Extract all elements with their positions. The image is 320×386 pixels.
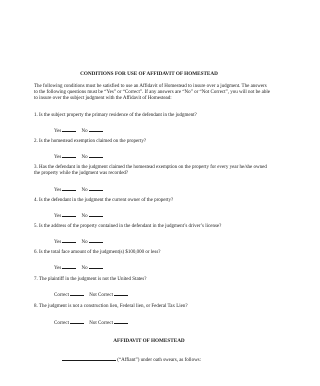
answer-row-3: Yes No (54, 185, 103, 194)
no-blank[interactable] (88, 211, 103, 217)
yes-blank[interactable] (62, 185, 77, 191)
answer-row-2: Yes No (54, 152, 103, 161)
question-6: 6. Is the total face amount of the judgm… (34, 250, 161, 255)
not-correct-label: Not Correct (89, 321, 113, 326)
no-blank[interactable] (88, 237, 103, 243)
yes-blank[interactable] (62, 126, 77, 132)
not-correct-label: Not Correct (89, 293, 113, 298)
yes-label: Yes (54, 129, 62, 134)
question-8: 8. The judgment is not a construction li… (34, 304, 188, 309)
no-blank[interactable] (88, 263, 103, 269)
yes-blank[interactable] (62, 263, 77, 269)
affiant-name-blank[interactable] (62, 355, 116, 361)
yes-label: Yes (54, 266, 62, 271)
intro-paragraph: The following conditions must be satisfi… (34, 84, 270, 102)
answer-row-8: Correct Not Correct (54, 318, 128, 327)
correct-label: Correct (54, 293, 69, 298)
answer-row-7: Correct Not Correct (54, 290, 128, 299)
no-label: No (81, 214, 88, 219)
no-label: No (81, 240, 88, 245)
not-correct-blank[interactable] (114, 290, 128, 296)
document-page: CONDITIONS FOR USE OF AFFIDAVIT OF HOMES… (0, 0, 298, 386)
no-label: No (81, 188, 88, 193)
question-7: 7. The plaintiff in the judgment is not … (34, 277, 147, 282)
yes-label: Yes (54, 155, 62, 160)
yes-label: Yes (54, 188, 62, 193)
answer-row-5: Yes No (54, 237, 103, 246)
affiant-text: (“Affiant”) under oath swears, as follow… (117, 358, 202, 363)
yes-blank[interactable] (62, 211, 77, 217)
affiant-line: (“Affiant”) under oath swears, as follow… (62, 355, 201, 364)
question-5: 5. Is the address of the property contai… (34, 224, 222, 229)
yes-label: Yes (54, 240, 62, 245)
answer-row-4: Yes No (54, 211, 103, 220)
answer-row-1: Yes No (54, 126, 103, 135)
correct-blank[interactable] (70, 318, 84, 324)
not-correct-blank[interactable] (114, 318, 128, 324)
yes-label: Yes (54, 214, 62, 219)
question-2: 2. Is the homestead exemption claimed on… (34, 139, 147, 144)
correct-blank[interactable] (70, 290, 84, 296)
no-label: No (81, 129, 88, 134)
document-title: CONDITIONS FOR USE OF AFFIDAVIT OF HOMES… (80, 71, 218, 77)
no-label: No (81, 155, 88, 160)
no-blank[interactable] (88, 185, 103, 191)
no-label: No (81, 266, 88, 271)
affidavit-title: AFFIDAVIT OF HOMESTEAD (113, 338, 185, 344)
yes-blank[interactable] (62, 152, 77, 158)
no-blank[interactable] (88, 152, 103, 158)
yes-blank[interactable] (62, 237, 77, 243)
question-3: 3. Has the defendant in the judgment cla… (34, 165, 267, 177)
correct-label: Correct (54, 321, 69, 326)
no-blank[interactable] (88, 126, 103, 132)
question-4: 4. Is the defendant in the judgment the … (34, 198, 174, 203)
answer-row-6: Yes No (54, 263, 103, 272)
question-1: 1. Is the subject property the primary r… (34, 113, 197, 118)
